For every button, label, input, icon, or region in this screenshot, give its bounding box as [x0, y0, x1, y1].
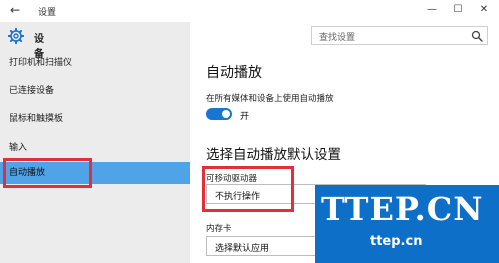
sidebar-item-printers[interactable]: 打印机和扫描仪 — [0, 52, 190, 74]
sidebar-item-typing[interactable]: 输入 — [0, 137, 190, 159]
back-button[interactable]: ← — [10, 3, 20, 17]
sidebar-item-label: 打印机和扫描仪 — [9, 58, 73, 68]
sidebar-item-label: 已连接设备 — [9, 86, 55, 96]
minimize-button[interactable]: — — [425, 4, 439, 15]
close-button[interactable]: ✕ — [477, 4, 491, 15]
toggle-state-label: 开 — [240, 112, 250, 122]
autoplay-toggle[interactable] — [206, 108, 232, 120]
memory-card-label: 内存卡 — [206, 224, 232, 234]
window-title: 设置 — [38, 8, 57, 18]
defaults-heading: 选择自动播放默认设置 — [206, 147, 341, 163]
highlight-annotation — [3, 158, 92, 188]
sidebar-item-mouse-touchpad[interactable]: 鼠标和触摸板 — [0, 108, 190, 130]
autoplay-toggle-caption: 在所有媒体和设备上使用自动播放 — [206, 94, 334, 104]
watermark-url: ttep.cn — [370, 234, 423, 249]
sidebar-item-label: 鼠标和触摸板 — [9, 114, 64, 124]
watermark-logo: TTEP.CN — [321, 190, 484, 228]
sidebar-item-connected-devices[interactable]: 已连接设备 — [0, 80, 190, 102]
maximize-button[interactable]: ☐ — [451, 4, 465, 15]
memory-card-value: 选择默认应用 — [215, 244, 270, 254]
sidebar: 设备 打印机和扫描仪 已连接设备 鼠标和触摸板 输入 自动播放 — [0, 22, 190, 263]
toggle-knob — [222, 110, 230, 118]
page-title: 自动播放 — [206, 65, 262, 81]
sidebar-item-label: 输入 — [9, 143, 28, 153]
title-bar: ← 设置 — ☐ ✕ — [0, 0, 499, 22]
highlight-annotation — [202, 166, 294, 212]
gear-icon — [8, 28, 24, 44]
